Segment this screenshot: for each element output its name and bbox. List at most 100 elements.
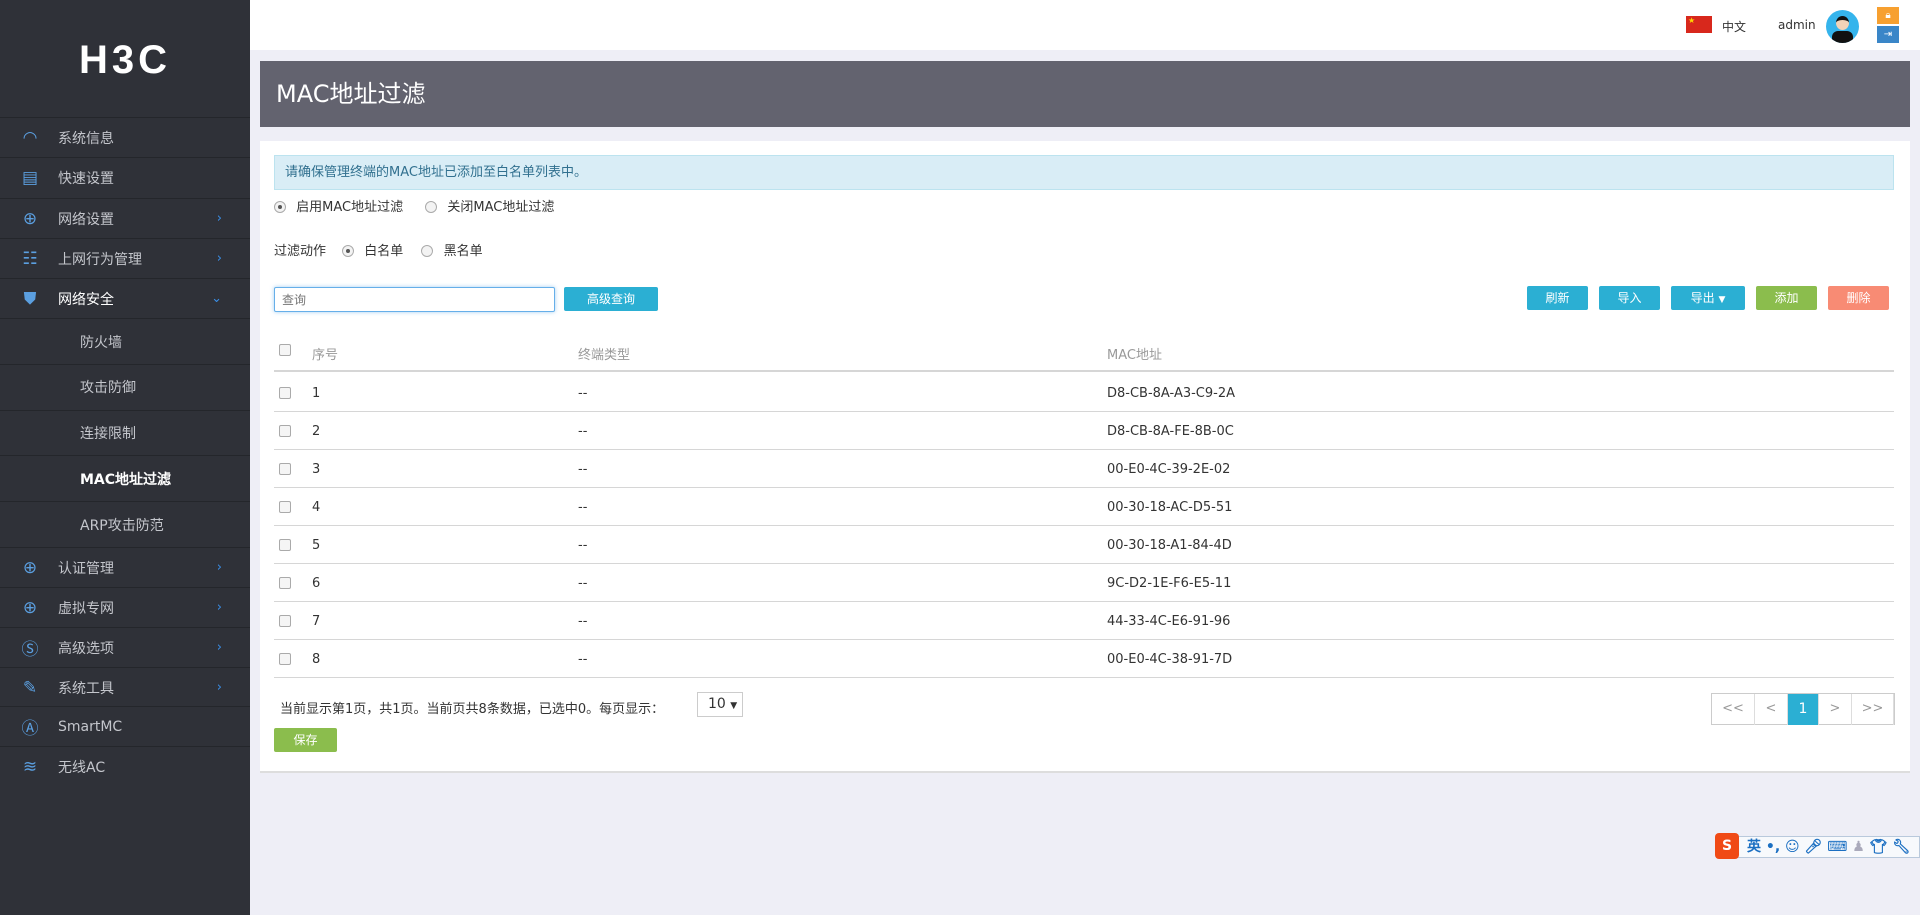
skin-icon[interactable]: 👕︎ (1870, 839, 1893, 855)
row-index: 6 (312, 576, 321, 591)
row-type: -- (578, 462, 588, 477)
table-row[interactable]: 7 -- 44-33-4C-E6-91-96 (274, 602, 1894, 640)
sidebar-item[interactable]: ≋ 无线AC (0, 746, 250, 786)
row-index: 2 (312, 424, 321, 439)
china-flag-icon[interactable]: ★ (1686, 16, 1712, 33)
advanced-icon: Ⓢ (21, 640, 39, 660)
row-index: 5 (312, 538, 321, 553)
sidebar-item[interactable]: ⊕ 网络设置 › (0, 198, 250, 238)
page-1-button[interactable]: 1 (1788, 694, 1819, 725)
row-checkbox[interactable] (279, 653, 291, 665)
whitelist-radio[interactable] (342, 245, 355, 257)
sidebar-subitem[interactable]: ARP攻击防范 (0, 501, 250, 547)
disable-radio[interactable] (425, 201, 438, 213)
row-mac: 00-30-18-A1-84-4D (1107, 538, 1232, 553)
export-button[interactable]: 导出 ▼ (1671, 286, 1745, 310)
enable-label[interactable]: 启用MAC地址过滤 (296, 200, 403, 215)
last-page-button[interactable]: >> (1852, 694, 1894, 725)
chevron-icon: › (216, 251, 222, 266)
add-button[interactable]: 添加 (1756, 286, 1817, 310)
sidebar-item-label: 系统工具 (58, 680, 114, 697)
first-page-button[interactable]: << (1712, 694, 1755, 725)
username[interactable]: admin (1778, 18, 1816, 32)
page-size-select[interactable]: 10 ▼ (697, 692, 743, 717)
ime-toolbar: S 英 •, ☺ 🎤︎ ⌨ ♟ 👕︎ 🔧︎ (1715, 833, 1920, 859)
microphone-icon[interactable]: 🎤︎ (1804, 839, 1827, 855)
sidebar-item-label: 认证管理 (58, 560, 114, 577)
sidebar-item[interactable]: Ⓐ SmartMC (0, 706, 250, 746)
sidebar-subitem[interactable]: 连接限制 (0, 409, 250, 456)
row-checkbox[interactable] (279, 425, 291, 437)
filter-action: 过滤动作 白名单 黑名单 (274, 240, 483, 259)
prev-page-button[interactable]: < (1755, 694, 1788, 725)
search-input[interactable] (274, 287, 555, 312)
row-checkbox[interactable] (279, 615, 291, 627)
row-type: -- (578, 386, 588, 401)
column-header-type[interactable]: 终端类型 (578, 344, 630, 363)
row-checkbox[interactable] (279, 539, 291, 551)
row-checkbox[interactable] (279, 387, 291, 399)
sidebar-item-label: 系统信息 (58, 130, 114, 147)
table-row[interactable]: 4 -- 00-30-18-AC-D5-51 (274, 488, 1894, 526)
logout-button[interactable]: ⇥ (1877, 26, 1899, 43)
advanced-search-button[interactable]: 高级查询 (564, 287, 658, 311)
lock-button[interactable]: 🔒︎ (1877, 7, 1899, 24)
sidebar-subitem-label: ARP攻击防范 (80, 517, 164, 534)
delete-button[interactable]: 删除 (1828, 286, 1889, 310)
sidebar-item[interactable]: ⊕ 认证管理 › (0, 547, 250, 587)
table-row[interactable]: 1 -- D8-CB-8A-A3-C9-2A (274, 374, 1894, 412)
punctuation-icon[interactable]: •, (1766, 839, 1785, 855)
user-icon[interactable]: ♟ (1852, 839, 1869, 855)
caret-down-icon: ▼ (1718, 295, 1726, 305)
sidebar-item[interactable]: ⊕ 虚拟专网 › (0, 587, 250, 627)
row-checkbox[interactable] (279, 577, 291, 589)
row-mac: 44-33-4C-E6-91-96 (1107, 614, 1231, 629)
row-checkbox[interactable] (279, 501, 291, 513)
sidebar-subitem[interactable]: 防火墙 (0, 318, 250, 364)
row-type: -- (578, 652, 588, 667)
disable-label[interactable]: 关闭MAC地址过滤 (447, 200, 554, 215)
blacklist-label[interactable]: 黑名单 (444, 244, 483, 259)
sidebar-item[interactable]: ☷ 上网行为管理 › (0, 238, 250, 278)
wrench-icon[interactable]: 🔧︎ (1892, 839, 1910, 855)
table-row[interactable]: 5 -- 00-30-18-A1-84-4D (274, 526, 1894, 564)
page-size-value: 10 (708, 696, 726, 712)
row-mac: D8-CB-8A-FE-8B-0C (1107, 424, 1234, 439)
column-header-index[interactable]: 序号 (312, 344, 338, 363)
chevron-icon: › (216, 560, 222, 575)
language-switch[interactable]: 中文 (1722, 18, 1746, 35)
import-button[interactable]: 导入 (1599, 286, 1660, 310)
sidebar-item[interactable]: ▤ 快速设置 (0, 157, 250, 197)
select-all-checkbox[interactable] (279, 344, 291, 356)
sidebar-item[interactable]: ◠ 系统信息 (0, 117, 250, 157)
sidebar-item-label: 上网行为管理 (58, 251, 142, 268)
row-mac: D8-CB-8A-A3-C9-2A (1107, 386, 1236, 401)
sogou-logo-icon[interactable]: S (1715, 833, 1739, 859)
save-button[interactable]: 保存 (274, 728, 337, 752)
refresh-button[interactable]: 刷新 (1527, 286, 1588, 310)
avatar[interactable] (1826, 10, 1859, 43)
sidebar-item[interactable]: Ⓢ 高级选项 › (0, 627, 250, 667)
table-row[interactable]: 8 -- 00-E0-4C-38-91-7D (274, 640, 1894, 678)
chevron-icon: › (216, 211, 222, 226)
sidebar-item[interactable]: ⛊ 网络安全 ⌄ (0, 278, 250, 318)
table-row[interactable]: 2 -- D8-CB-8A-FE-8B-0C (274, 412, 1894, 450)
column-header-mac[interactable]: MAC地址 (1107, 344, 1162, 363)
blacklist-radio[interactable] (421, 245, 434, 257)
next-page-button[interactable]: > (1819, 694, 1852, 725)
table-row[interactable]: 3 -- 00-E0-4C-39-2E-02 (274, 450, 1894, 488)
emoji-icon[interactable]: ☺ (1785, 839, 1804, 855)
enable-radio[interactable] (274, 201, 286, 213)
table-row[interactable]: 6 -- 9C-D2-1E-F6-E5-11 (274, 564, 1894, 602)
sidebar-subitem[interactable]: MAC地址过滤 (0, 455, 250, 501)
chevron-icon: › (216, 600, 222, 615)
table-header: 序号 终端类型 MAC地址 (274, 334, 1894, 372)
sidebar-item[interactable]: ✎ 系统工具 › (0, 667, 250, 707)
whitelist-label[interactable]: 白名单 (364, 244, 403, 259)
keyboard-icon[interactable]: ⌨ (1827, 839, 1852, 855)
ime-language[interactable]: 英 (1747, 839, 1761, 855)
row-type: -- (578, 424, 588, 439)
h3c-logo: H3C (78, 38, 172, 82)
sidebar-subitem[interactable]: 攻击防御 (0, 363, 250, 410)
row-checkbox[interactable] (279, 463, 291, 475)
